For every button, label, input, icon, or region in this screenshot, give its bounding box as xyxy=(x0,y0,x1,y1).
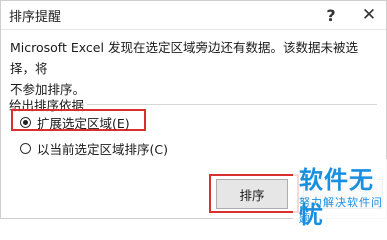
radio-expand-label: 扩展选定区域(E) xyxy=(37,116,130,131)
radio-current-selection[interactable]: 以当前选定区域排序(C) xyxy=(20,139,168,158)
sort-warning-dialog: 排序提醒 ? ✕ Microsoft Excel 发现在选定区域旁边还有数据。该… xyxy=(0,0,387,229)
group-divider xyxy=(87,104,377,105)
message-line-1: Microsoft Excel 发现在选定区域旁边还有数据。该数据未被选择，将 xyxy=(10,40,358,76)
watermark-subtitle: 努力解决软件问题 xyxy=(299,196,383,225)
dialog-title: 排序提醒 xyxy=(9,10,62,25)
sort-button[interactable]: 排序 xyxy=(216,179,288,209)
warning-message: Microsoft Excel 发现在选定区域旁边还有数据。该数据未被选择，将 … xyxy=(10,37,382,100)
radio-expand-selection[interactable]: 扩展选定区域(E) xyxy=(20,113,130,132)
radio-current-label: 以当前选定区域排序(C) xyxy=(37,142,168,157)
close-icon[interactable]: ✕ xyxy=(352,2,386,28)
radio-unselected-icon[interactable] xyxy=(20,143,31,154)
sort-button-label: 排序 xyxy=(239,187,265,203)
title-bar: 排序提醒 ? ✕ xyxy=(1,1,386,30)
radio-selected-icon[interactable] xyxy=(20,117,31,128)
help-icon[interactable]: ? xyxy=(314,2,348,28)
